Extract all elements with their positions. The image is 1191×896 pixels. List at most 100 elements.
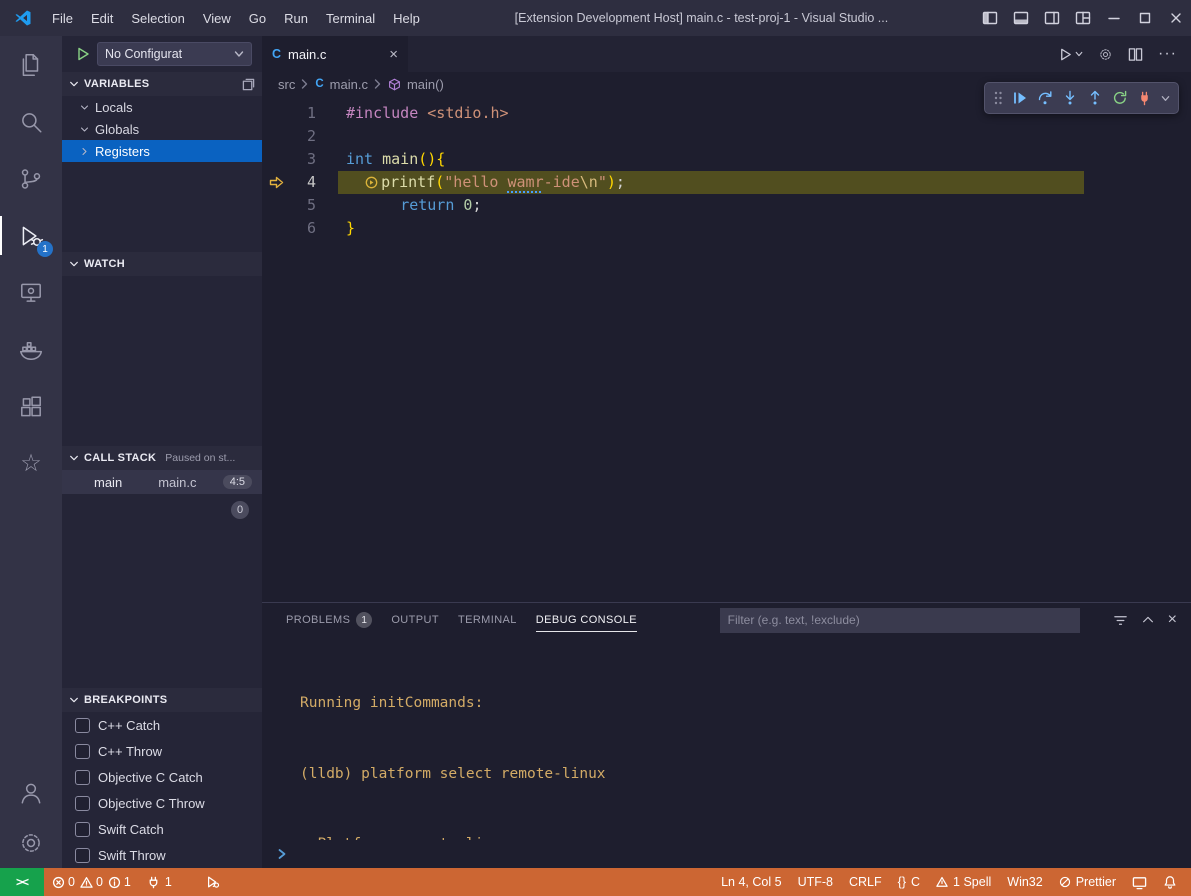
close-tab-icon[interactable]: × <box>389 46 398 63</box>
debug-console-input[interactable] <box>262 840 1191 868</box>
menu-file[interactable]: File <box>43 0 82 36</box>
glyph-margin[interactable] <box>262 125 288 148</box>
run-file-button[interactable] <box>1058 47 1083 62</box>
encoding-status[interactable]: UTF-8 <box>790 868 841 896</box>
source-control-icon[interactable] <box>0 150 62 207</box>
maximize-button[interactable] <box>1129 0 1160 36</box>
spell-checker-status[interactable]: 1 Spell <box>928 868 999 896</box>
code-line-4-current[interactable]: 4 printf("hello wamr-ide\n"); <box>262 171 1191 194</box>
checkbox[interactable] <box>75 822 90 837</box>
checkbox[interactable] <box>75 796 90 811</box>
variables-scope-locals[interactable]: Locals <box>62 96 262 118</box>
variables-scope-registers[interactable]: Registers <box>62 140 262 162</box>
menu-terminal[interactable]: Terminal <box>317 0 384 36</box>
breakpoint-objc-catch[interactable]: Objective C Catch <box>62 764 262 790</box>
chevron-down-icon[interactable] <box>1161 94 1170 103</box>
variables-section-header[interactable]: VARIABLES <box>62 72 262 96</box>
bell-icon[interactable] <box>1155 868 1185 896</box>
forwarded-ports-status[interactable]: 1 <box>139 868 180 896</box>
checkbox[interactable] <box>75 770 90 785</box>
breakpoint-swift-throw[interactable]: Swift Throw <box>62 842 262 868</box>
breakpoint-cpp-throw[interactable]: C++ Throw <box>62 738 262 764</box>
menu-run[interactable]: Run <box>275 0 317 36</box>
menu-view[interactable]: View <box>194 0 240 36</box>
breakpoint-objc-throw[interactable]: Objective C Throw <box>62 790 262 816</box>
remote-explorer-icon[interactable] <box>0 264 62 321</box>
menu-selection[interactable]: Selection <box>122 0 193 36</box>
restart-icon[interactable] <box>1112 90 1128 106</box>
checkbox[interactable] <box>75 744 90 759</box>
code-editor[interactable]: 1 #include <stdio.h> 2 3 int main(){ <box>262 96 1191 602</box>
more-actions-icon[interactable]: ··· <box>1158 45 1177 63</box>
screencast-icon[interactable] <box>1124 868 1155 896</box>
customize-layout-icon[interactable] <box>1067 0 1098 36</box>
debug-status-icon[interactable] <box>198 868 228 896</box>
glyph-margin[interactable] <box>262 171 288 194</box>
variables-scope-globals[interactable]: Globals <box>62 118 262 140</box>
accounts-icon[interactable] <box>0 768 62 818</box>
tab-output[interactable]: OUTPUT <box>391 603 439 637</box>
tab-problems[interactable]: PROBLEMS 1 <box>286 603 372 637</box>
tab-terminal[interactable]: TERMINAL <box>458 603 517 637</box>
breakpoint-cpp-catch[interactable]: C++ Catch <box>62 712 262 738</box>
code-line-5[interactable]: 5 return 0; <box>262 194 1191 217</box>
code-line-6[interactable]: 6 } <box>262 217 1191 240</box>
breakpoints-section-header[interactable]: BREAKPOINTS <box>62 688 262 712</box>
toggle-panel-icon[interactable] <box>1005 0 1036 36</box>
glyph-margin[interactable] <box>262 194 288 217</box>
debug-config-dropdown[interactable]: No Configurat <box>97 42 252 66</box>
console-filter-input[interactable] <box>720 608 1080 633</box>
extensions-icon[interactable] <box>0 378 62 435</box>
call-stack-section-header[interactable]: CALL STACK Paused on st... <box>62 446 262 470</box>
split-editor-icon[interactable] <box>1128 47 1143 62</box>
step-over-icon[interactable] <box>1037 90 1053 106</box>
explorer-icon[interactable] <box>0 36 62 93</box>
code-line-3[interactable]: 3 int main(){ <box>262 148 1191 171</box>
start-debugging-icon[interactable] <box>76 47 90 61</box>
glyph-margin[interactable] <box>262 102 288 125</box>
problems-status[interactable]: 0 0 1 <box>44 868 139 896</box>
breakpoint-swift-catch[interactable]: Swift Catch <box>62 816 262 842</box>
search-icon[interactable] <box>0 93 62 150</box>
close-panel-icon[interactable]: × <box>1168 611 1177 629</box>
breadcrumb-symbol[interactable]: main() <box>407 77 444 92</box>
call-stack-frame-row[interactable]: main main.c 4:5 <box>62 470 262 494</box>
maximize-panel-icon[interactable] <box>1141 613 1155 627</box>
settings-gear-icon[interactable] <box>0 818 62 868</box>
run-and-debug-icon[interactable]: 1 <box>0 207 62 264</box>
filter-icon[interactable] <box>1113 613 1128 628</box>
code-line-2[interactable]: 2 <box>262 125 1191 148</box>
breadcrumb-file[interactable]: main.c <box>330 77 368 92</box>
watch-section-header[interactable]: WATCH <box>62 252 262 276</box>
disconnect-icon[interactable] <box>1137 91 1152 106</box>
language-mode[interactable]: {} C <box>890 868 928 896</box>
close-button[interactable] <box>1160 0 1191 36</box>
continue-icon[interactable] <box>1012 90 1028 106</box>
glyph-margin[interactable] <box>262 148 288 171</box>
toggle-secondary-sidebar-icon[interactable] <box>1036 0 1067 36</box>
gear-icon[interactable] <box>1098 47 1113 62</box>
breadcrumb-folder[interactable]: src <box>278 77 295 92</box>
menu-edit[interactable]: Edit <box>82 0 122 36</box>
eol-status[interactable]: CRLF <box>841 868 890 896</box>
toggle-sidebar-icon[interactable] <box>974 0 1005 36</box>
formatter-status[interactable]: Prettier <box>1051 868 1124 896</box>
docker-icon[interactable] <box>0 321 62 378</box>
platform-status[interactable]: Win32 <box>999 868 1050 896</box>
minimize-button[interactable] <box>1098 0 1129 36</box>
inline-breakpoint-icon[interactable] <box>365 176 378 189</box>
debug-console-output[interactable]: Running initCommands: (lldb) platform se… <box>262 637 1191 840</box>
tab-main-c[interactable]: C main.c × <box>262 36 408 72</box>
step-out-icon[interactable] <box>1087 90 1103 106</box>
cursor-position[interactable]: Ln 4, Col 5 <box>713 868 789 896</box>
toolbar-drag-gripper[interactable] <box>993 90 1003 106</box>
open-panel-icon[interactable] <box>242 78 255 91</box>
glyph-margin[interactable] <box>262 217 288 240</box>
menu-go[interactable]: Go <box>240 0 275 36</box>
remote-indicator[interactable]: >< <box>0 868 44 896</box>
tab-debug-console[interactable]: DEBUG CONSOLE <box>536 603 637 637</box>
checkbox[interactable] <box>75 718 90 733</box>
star-extension-icon[interactable]: ☆ <box>0 435 62 492</box>
checkbox[interactable] <box>75 848 90 863</box>
step-into-icon[interactable] <box>1062 90 1078 106</box>
